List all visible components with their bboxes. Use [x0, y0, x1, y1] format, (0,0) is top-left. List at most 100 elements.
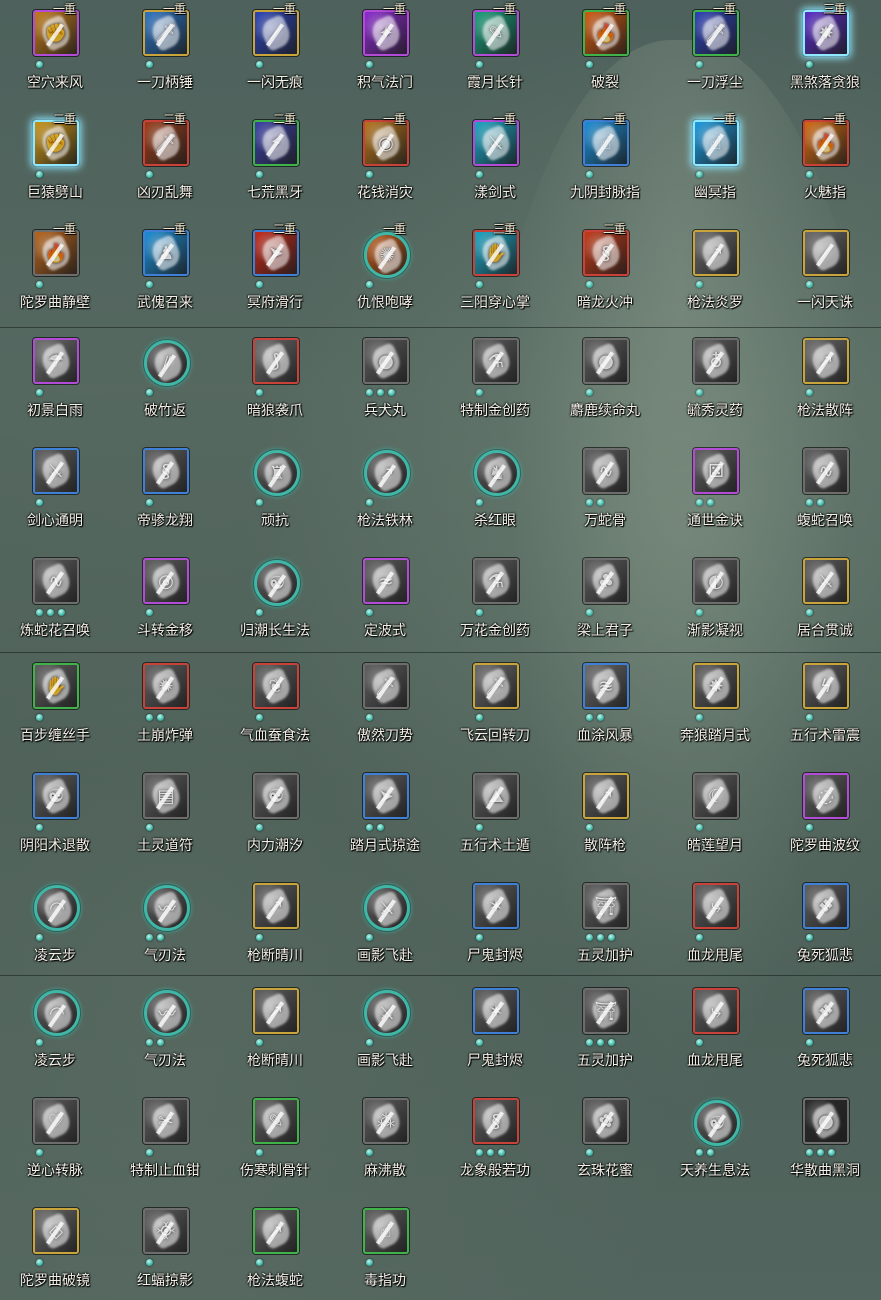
- skill-icon-frame[interactable]: ⟋: [253, 10, 299, 56]
- skill-card[interactable]: ⚄ 通世金诀: [660, 438, 770, 548]
- skill-card[interactable]: ☝ 一重 九阴封脉指: [550, 110, 660, 220]
- skill-icon-frame[interactable]: ✿: [583, 1098, 629, 1144]
- skill-card[interactable]: ⟋ 一重 一闪无痕: [220, 0, 330, 110]
- skill-icon-frame-round[interactable]: ♜: [254, 450, 300, 496]
- skill-icon-frame[interactable]: ✋: [473, 230, 519, 276]
- skill-icon-frame[interactable]: ↗: [253, 883, 299, 929]
- skill-card[interactable]: ● 麝鹿续命丸: [550, 328, 660, 438]
- skill-card[interactable]: 〰气刃法: [110, 873, 220, 983]
- skill-card[interactable]: 🗡 傲然刀势: [330, 653, 440, 763]
- skill-card[interactable]: 🗡 二重 凶刃乱舞: [110, 110, 220, 220]
- skill-card[interactable]: ᳀ 红蝠掠影: [110, 1198, 220, 1300]
- skill-icon-frame[interactable]: ➤: [363, 773, 409, 819]
- skill-icon-frame[interactable]: ✎: [473, 10, 519, 56]
- skill-icon-frame[interactable]: 🗡: [473, 663, 519, 709]
- skill-card[interactable]: ☯ 阴阳术退散: [0, 763, 110, 873]
- skill-icon-frame-round[interactable]: ♞: [474, 450, 520, 496]
- skill-card[interactable]: ✊ 二重 巨猿劈山: [0, 110, 110, 220]
- skill-icon-frame[interactable]: ✶: [473, 988, 519, 1034]
- skill-card[interactable]: ✸ 奔狼踏月式: [660, 653, 770, 763]
- skill-card[interactable]: ⚔ 一重 漾剑式: [440, 110, 550, 220]
- skill-icon-frame[interactable]: ❖: [803, 883, 849, 929]
- skill-icon-frame[interactable]: ⚔: [473, 120, 519, 166]
- skill-card[interactable]: 🔥 一重 破裂: [550, 0, 660, 110]
- skill-card[interactable]: ☝ 一重 幽冥指: [660, 110, 770, 220]
- skill-card[interactable]: ● 华散曲黑洞: [770, 1088, 880, 1198]
- skill-card[interactable]: ϟ 五行术雷震: [770, 653, 880, 763]
- skill-card[interactable]: ♣ 梁上君子: [550, 548, 660, 658]
- skill-icon-frame[interactable]: ∿: [583, 448, 629, 494]
- skill-icon-frame[interactable]: ✊: [33, 10, 79, 56]
- skill-card[interactable]: ✹ 土崩炸弹: [110, 653, 220, 763]
- skill-card[interactable]: ◠ 凌云步: [0, 978, 110, 1088]
- skill-card[interactable]: ✋ 百步缠丝手: [0, 653, 110, 763]
- skill-card[interactable]: ∿ 蝮蛇召唤: [770, 438, 880, 548]
- skill-card[interactable]: ⟋ 一闪天诛: [770, 220, 880, 330]
- skill-icon-frame-round[interactable]: 〰: [144, 885, 190, 931]
- skill-card[interactable]: ◐ 渐影凝视: [660, 548, 770, 658]
- skill-icon-frame[interactable]: ☝: [693, 120, 739, 166]
- skill-icon-frame[interactable]: ◇: [33, 1208, 79, 1254]
- skill-card[interactable]: ✋ 三重 三阳穿心掌: [440, 220, 550, 330]
- skill-icon-frame[interactable]: ♣: [583, 558, 629, 604]
- skill-icon-frame-round[interactable]: ☯: [254, 560, 300, 606]
- skill-icon-frame[interactable]: 🗡: [143, 120, 189, 166]
- skill-card[interactable]: ↗ 枪法铁林: [330, 438, 440, 548]
- skill-icon-frame[interactable]: 🗡: [143, 10, 189, 56]
- skill-icon-frame[interactable]: 🔥: [583, 10, 629, 56]
- skill-card[interactable]: ⛩ 五灵加护: [550, 873, 660, 983]
- skill-icon-frame[interactable]: ✶: [473, 883, 519, 929]
- skill-card[interactable]: ⚔ 画影飞赴: [330, 978, 440, 1088]
- skill-card[interactable]: § 二重 暗龙火冲: [550, 220, 660, 330]
- skill-icon-frame[interactable]: ◉: [363, 120, 409, 166]
- skill-card[interactable]: ♞ 杀红眼: [440, 438, 550, 548]
- skill-icon-frame[interactable]: ⚗: [473, 558, 519, 604]
- skill-card[interactable]: ↗ 散阵枪: [550, 763, 660, 873]
- skill-card[interactable]: 🔥 一重 陀罗曲静壁: [0, 220, 110, 330]
- skill-card[interactable]: ▤ 土灵道符: [110, 763, 220, 873]
- skill-card[interactable]: ≈ 定波式: [330, 548, 440, 658]
- skill-icon-frame[interactable]: ↗: [693, 230, 739, 276]
- skill-icon-frame[interactable]: ✦: [363, 10, 409, 56]
- skill-icon-frame[interactable]: ⚄: [693, 448, 739, 494]
- skill-icon-frame[interactable]: ●: [803, 1098, 849, 1144]
- skill-card[interactable]: ☝ 毒指功: [330, 1198, 440, 1300]
- skill-icon-frame[interactable]: ↗: [253, 988, 299, 1034]
- skill-card[interactable]: ◠ 凌云步: [0, 873, 110, 983]
- skill-icon-frame[interactable]: ✹: [143, 663, 189, 709]
- skill-card[interactable]: ◌ 陀罗曲波纹: [770, 763, 880, 873]
- skill-icon-frame[interactable]: ↗: [583, 773, 629, 819]
- skill-icon-frame[interactable]: ✸: [803, 10, 849, 56]
- skill-icon-frame[interactable]: ⚔: [803, 558, 849, 604]
- skill-icon-frame[interactable]: ⤷: [693, 988, 739, 1034]
- skill-icon-frame-round[interactable]: ☯: [694, 1100, 740, 1146]
- skill-card[interactable]: ➤ 踏月式掠途: [330, 763, 440, 873]
- skill-card[interactable]: ✶ 尸鬼封烬: [440, 978, 550, 1088]
- skill-icon-frame[interactable]: ᳀: [143, 1208, 189, 1254]
- skill-card[interactable]: ∿ 炼蛇花召唤: [0, 548, 110, 658]
- skill-card[interactable]: ⚗ 万花金创药: [440, 548, 550, 658]
- skill-icon-frame[interactable]: ✋: [33, 663, 79, 709]
- skill-card[interactable]: ↗ 枪法蝮蛇: [220, 1198, 330, 1300]
- skill-icon-frame[interactable]: ☂: [33, 338, 79, 384]
- skill-card[interactable]: ⚗ 特制金创药: [440, 328, 550, 438]
- skill-card[interactable]: ♁ 毓秀灵药: [660, 328, 770, 438]
- skill-icon-frame[interactable]: ⛩: [583, 988, 629, 1034]
- skill-card[interactable]: ⫽ 破竹返: [110, 328, 220, 438]
- skill-icon-frame-round[interactable]: ✺: [364, 232, 410, 278]
- skill-icon-frame[interactable]: ◌: [803, 773, 849, 819]
- skill-icon-frame[interactable]: ≋: [583, 663, 629, 709]
- skill-card[interactable]: ✎ 伤寒刺骨针: [220, 1088, 330, 1198]
- skill-icon-frame[interactable]: ⚔: [33, 448, 79, 494]
- skill-icon-frame-round[interactable]: ⚔: [364, 885, 410, 931]
- skill-icon-frame[interactable]: ☾: [693, 773, 739, 819]
- skill-icon-frame[interactable]: ✊: [33, 120, 79, 166]
- skill-icon-frame-round[interactable]: ◠: [34, 885, 80, 931]
- skill-card[interactable]: ⚔ 居合贯诚: [770, 548, 880, 658]
- skill-card[interactable]: § 帝骖龙翔: [110, 438, 220, 548]
- skill-card[interactable]: ◎ 斗转金移: [110, 548, 220, 658]
- skill-card[interactable]: 🔥 一重 火魅指: [770, 110, 880, 220]
- skill-card[interactable]: ♡ 逆心转脉: [0, 1088, 110, 1198]
- skill-icon-frame-round[interactable]: ⫽: [144, 340, 190, 386]
- skill-card[interactable]: 〰气刃法: [110, 978, 220, 1088]
